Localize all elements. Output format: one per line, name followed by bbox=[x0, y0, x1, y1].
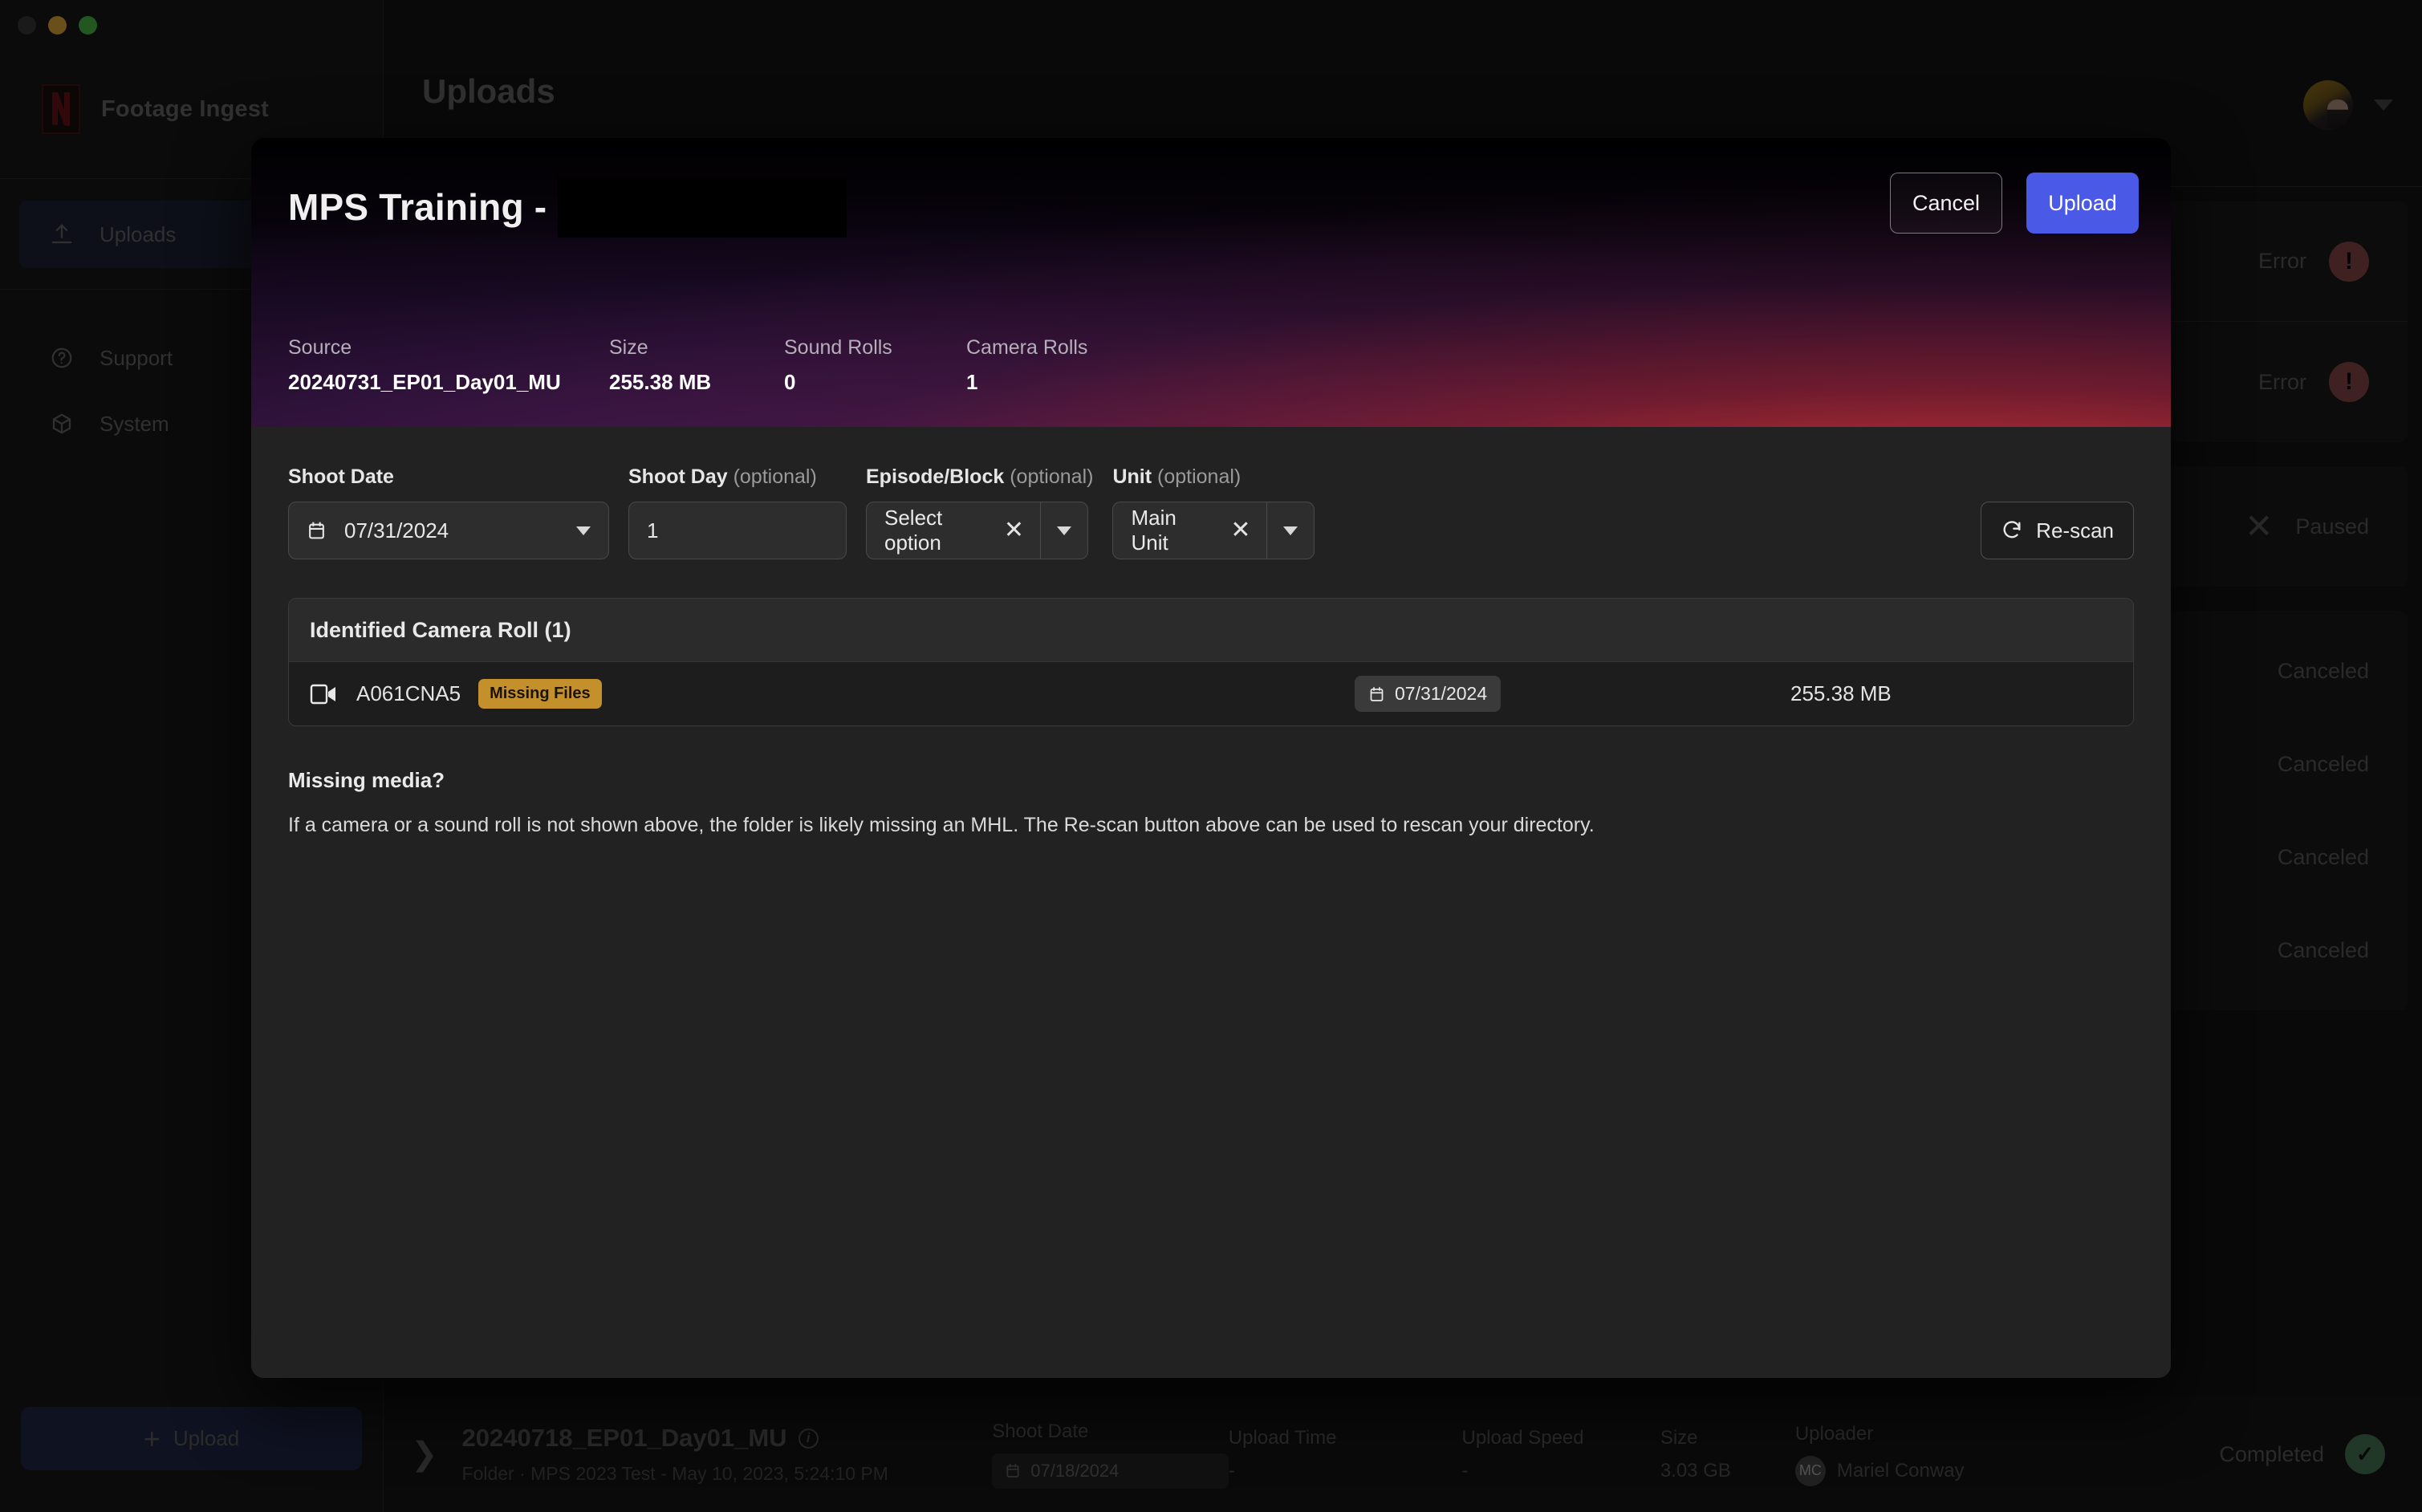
cancel-button[interactable]: Cancel bbox=[1890, 173, 2002, 234]
table-row[interactable]: A061CNA5 Missing Files 07/31/2024 255.38… bbox=[289, 661, 2133, 726]
upload-button[interactable]: Upload bbox=[2026, 173, 2139, 234]
field-shoot-date: Shoot Date 07/31/2024 bbox=[288, 465, 609, 559]
meta-camera-rolls: Camera Rolls 1 bbox=[966, 336, 1087, 395]
field-optional-tag: (optional) bbox=[1010, 465, 1094, 488]
identified-rolls-header: Identified Camera Roll (1) bbox=[289, 599, 2133, 661]
meta-label: Source bbox=[288, 336, 352, 359]
unit-dropdown-button[interactable] bbox=[1266, 502, 1315, 559]
missing-media-body: If a camera or a sound roll is not shown… bbox=[288, 814, 1595, 836]
meta-value: 0 bbox=[784, 370, 796, 394]
field-label-text: Shoot Day bbox=[628, 465, 728, 488]
meta-label: Sound Rolls bbox=[784, 336, 892, 359]
calendar-icon bbox=[1370, 686, 1384, 701]
meta-value: 1 bbox=[966, 370, 978, 394]
episode-block-select[interactable]: Select option ✕ bbox=[866, 502, 1093, 559]
episode-block-value-area[interactable]: Select option ✕ bbox=[866, 502, 1040, 559]
meta-size: Size 255.38 MB bbox=[609, 336, 784, 395]
field-label: Shoot Day (optional) bbox=[628, 465, 847, 489]
meta-value: 20240731_EP01_Day01_MU bbox=[288, 370, 561, 394]
app-root: Footage Ingest Uploads Support bbox=[0, 0, 2422, 1512]
modal-actions: Cancel Upload bbox=[1890, 173, 2139, 234]
calendar-icon bbox=[309, 522, 324, 539]
roll-size: 255.38 MB bbox=[1790, 681, 1892, 705]
field-optional-tag: (optional) bbox=[733, 465, 817, 488]
missing-media-section: Missing media? If a camera or a sound ro… bbox=[288, 768, 2134, 837]
unit-value: Main Unit bbox=[1131, 506, 1176, 555]
modal-title-text: MPS Training - bbox=[288, 186, 547, 228]
field-label: Unit (optional) bbox=[1112, 465, 1315, 489]
form-fields-row: Shoot Date 07/31/2024 Shoot Day (optiona… bbox=[288, 465, 2134, 559]
clear-x-icon[interactable]: ✕ bbox=[1230, 518, 1250, 543]
meta-value: 255.38 MB bbox=[609, 370, 712, 394]
field-label-text: Episode/Block bbox=[866, 465, 1005, 488]
status-badge: Missing Files bbox=[478, 679, 602, 709]
field-label-text: Shoot Date bbox=[288, 465, 394, 488]
modal-hero-header: MPS Training - Cancel Upload Source 2024… bbox=[251, 138, 2171, 427]
shoot-date-value: 07/31/2024 bbox=[344, 518, 449, 543]
episode-block-dropdown-button[interactable] bbox=[1040, 502, 1088, 559]
chevron-down-icon[interactable] bbox=[576, 526, 591, 535]
unit-value-area[interactable]: Main Unit ✕ bbox=[1112, 502, 1267, 559]
clear-x-icon[interactable]: ✕ bbox=[1004, 518, 1024, 543]
shoot-day-value: 1 bbox=[647, 518, 659, 543]
roll-date-chip: 07/31/2024 bbox=[1355, 676, 1502, 712]
field-label: Shoot Date bbox=[288, 465, 609, 489]
chevron-down-icon bbox=[1057, 526, 1071, 535]
meta-sound-rolls: Sound Rolls 0 bbox=[784, 336, 966, 395]
rescan-button[interactable]: Re-scan bbox=[1981, 502, 2134, 559]
roll-name: A061CNA5 bbox=[356, 681, 461, 705]
redaction-box bbox=[558, 177, 847, 238]
field-unit: Unit (optional) Main Unit ✕ bbox=[1112, 465, 1315, 559]
field-shoot-day: Shoot Day (optional) 1 bbox=[628, 465, 847, 559]
modal-body: Shoot Date 07/31/2024 Shoot Day (optiona… bbox=[251, 427, 2171, 1378]
refresh-icon bbox=[2003, 521, 2021, 539]
meta-source: Source 20240731_EP01_Day01_MU bbox=[288, 336, 609, 395]
chevron-down-icon bbox=[1283, 526, 1298, 535]
upload-details-modal: MPS Training - Cancel Upload Source 2024… bbox=[251, 138, 2171, 1378]
meta-label: Camera Rolls bbox=[966, 336, 1088, 359]
field-episode-block: Episode/Block (optional) Select option ✕ bbox=[866, 465, 1093, 559]
field-label: Episode/Block (optional) bbox=[866, 465, 1093, 489]
missing-media-heading: Missing media? bbox=[288, 768, 445, 792]
shoot-date-input[interactable]: 07/31/2024 bbox=[288, 502, 609, 559]
roll-date-value: 07/31/2024 bbox=[1395, 683, 1488, 704]
unit-select[interactable]: Main Unit ✕ bbox=[1112, 502, 1315, 559]
video-camera-icon bbox=[310, 684, 335, 704]
modal-title: MPS Training - bbox=[288, 177, 847, 238]
field-optional-tag: (optional) bbox=[1157, 465, 1241, 488]
shoot-day-input[interactable]: 1 bbox=[628, 502, 847, 559]
field-label-text: Unit bbox=[1112, 465, 1152, 488]
episode-block-value: Select option bbox=[884, 506, 943, 555]
rescan-button-label: Re-scan bbox=[2036, 518, 2114, 543]
identified-rolls-card: Identified Camera Roll (1) A061CNA5 Miss… bbox=[288, 598, 2134, 726]
meta-label: Size bbox=[609, 336, 648, 359]
modal-meta: Source 20240731_EP01_Day01_MU Size 255.3… bbox=[288, 336, 1087, 395]
